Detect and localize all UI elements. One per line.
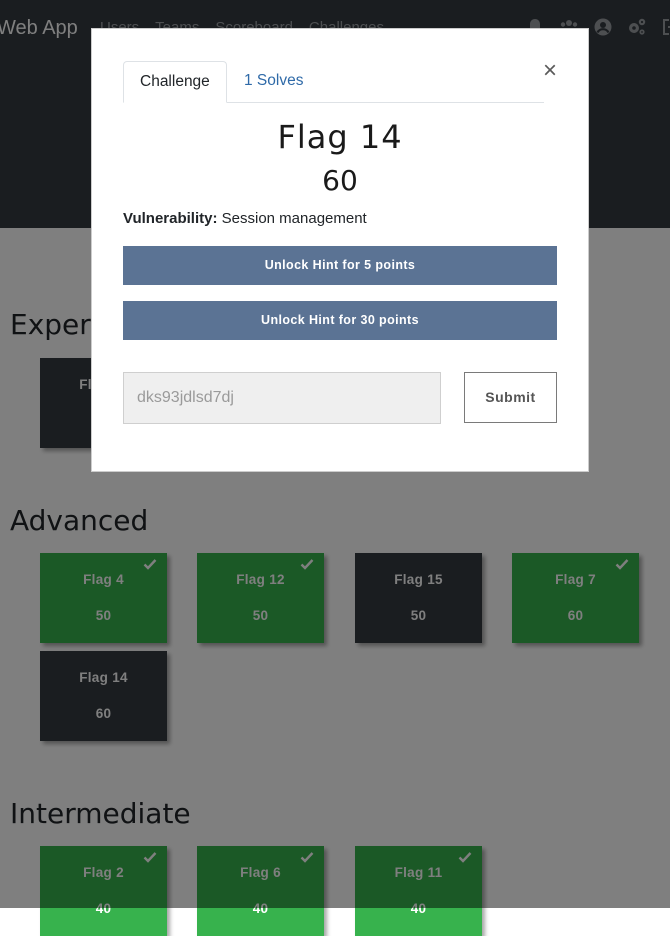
submit-button[interactable]: Submit (464, 372, 557, 423)
vulnerability-label: Vulnerability: (123, 210, 218, 227)
unlock-hint-button[interactable]: Unlock Hint for 5 points (123, 246, 557, 285)
modal-tabs: Challenge 1 Solves (123, 61, 544, 103)
tab-solves[interactable]: 1 Solves (228, 61, 319, 102)
flag-input[interactable]: dks93jdlsd7dj (123, 372, 441, 424)
challenge-name: Flag 14 (277, 118, 403, 156)
close-button[interactable]: × (538, 59, 562, 83)
vulnerability-line: Vulnerability: Session management (123, 209, 367, 229)
challenge-value: 60 (322, 164, 358, 197)
unlock-hint-button[interactable]: Unlock Hint for 30 points (123, 301, 557, 340)
vulnerability-value: Session management (221, 210, 367, 227)
challenge-modal: Challenge 1 Solves × Flag 14 60 Vulnerab… (91, 28, 589, 472)
tab-challenge[interactable]: Challenge (123, 61, 227, 103)
